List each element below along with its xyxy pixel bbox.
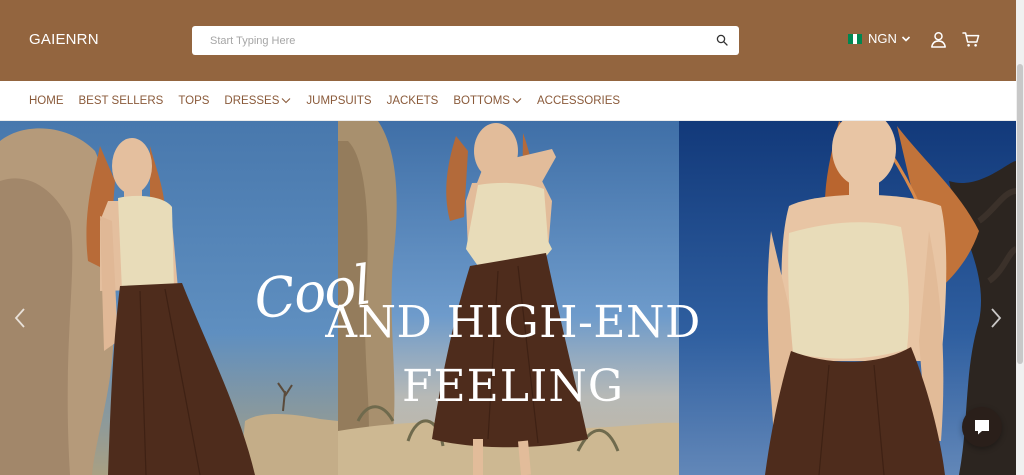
nav-item-jackets[interactable]: JACKETS <box>387 95 439 107</box>
brand-logo[interactable]: GAIENRN <box>29 31 99 48</box>
header: GAIENRN NGN <box>0 0 1016 81</box>
search-icon[interactable] <box>716 34 728 46</box>
user-icon[interactable] <box>930 31 947 48</box>
hero-headline-line2: FEELING <box>401 361 624 412</box>
nav-item-dresses[interactable]: DRESSES <box>224 95 291 107</box>
nav-item-label: BOTTOMS <box>453 94 510 107</box>
chevron-left-icon[interactable] <box>13 307 27 329</box>
scrollbar-thumb[interactable] <box>1017 64 1023 364</box>
main-nav: HOME BEST SELLERS TOPS DRESSES JUMPSUITS… <box>0 81 1016 121</box>
nav-item-bottoms[interactable]: BOTTOMS <box>453 95 522 107</box>
nav-item-label: JUMPSUITS <box>306 94 372 107</box>
nav-item-accessories[interactable]: ACCESSORIES <box>537 95 620 107</box>
hero-banner[interactable]: Cool AND HIGH-END FEELING <box>0 121 1016 475</box>
nav-item-label: JACKETS <box>386 94 439 107</box>
search-input[interactable] <box>192 26 739 55</box>
nav-item-label: ACCESSORIES <box>536 94 621 107</box>
nav-item-label: TOPS <box>178 94 210 107</box>
hero-headline-line1: AND HIGH-END <box>325 297 701 348</box>
nav-item-home[interactable]: HOME <box>29 95 64 107</box>
currency-selector[interactable]: NGN <box>848 31 911 46</box>
chevron-down-icon <box>901 35 910 42</box>
nav-item-label: HOME <box>29 94 64 107</box>
nav-item-label: DRESSES <box>224 94 280 107</box>
nav-item-best-sellers[interactable]: BEST SELLERS <box>79 95 164 107</box>
page-scrollbar[interactable] <box>1016 0 1024 475</box>
chevron-down-icon <box>512 98 522 104</box>
cart-icon[interactable] <box>962 31 980 48</box>
chevron-down-icon <box>282 98 291 104</box>
chevron-right-icon[interactable] <box>989 307 1003 329</box>
nav-item-tops[interactable]: TOPS <box>178 95 209 107</box>
search-bar <box>192 26 739 55</box>
nav-item-label: BEST SELLERS <box>78 94 164 107</box>
currency-label: NGN <box>868 31 897 46</box>
chat-icon <box>975 420 989 435</box>
nigeria-flag-icon <box>848 33 863 44</box>
nav-item-jumpsuits[interactable]: JUMPSUITS <box>306 95 371 107</box>
chat-button[interactable] <box>962 407 1002 447</box>
